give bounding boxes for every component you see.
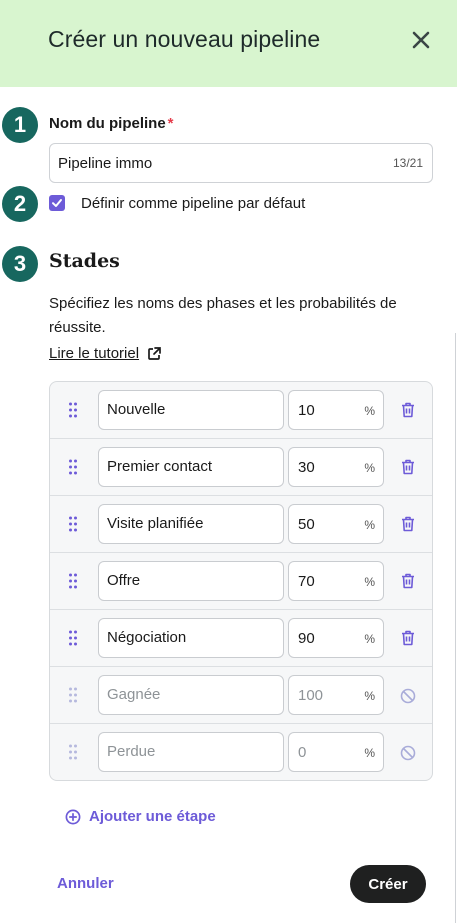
stages-title: Stades xyxy=(49,250,120,272)
probability-value: 0 xyxy=(298,744,307,761)
percent-sign: % xyxy=(364,746,375,760)
plus-circle-icon xyxy=(65,809,81,824)
step-badge-1: 1 xyxy=(2,107,38,143)
pipeline-name-label-text: Nom du pipeline xyxy=(49,115,166,132)
stage-name-input: Perdue xyxy=(98,732,284,772)
checkmark-icon xyxy=(52,199,62,207)
tutorial-link-label[interactable]: Lire le tutoriel xyxy=(49,345,139,362)
stage-row-locked: Gagnée 100% xyxy=(50,667,432,724)
probability-value: 100 xyxy=(298,687,324,704)
percent-sign: % xyxy=(364,575,375,589)
stage-row: Visite planifiée 50% xyxy=(50,496,432,553)
default-pipeline-label[interactable]: Définir comme pipeline par défaut xyxy=(81,195,305,212)
default-pipeline-checkbox[interactable] xyxy=(49,195,65,211)
stages-list: Nouvelle 10% Premier contact 30% Visite … xyxy=(49,381,433,781)
create-button[interactable]: Créer xyxy=(350,865,426,903)
pipeline-name-input[interactable] xyxy=(58,144,378,182)
modal-title: Créer un nouveau pipeline xyxy=(48,26,321,52)
add-step-label[interactable]: Ajouter une étape xyxy=(89,808,216,825)
trash-icon[interactable] xyxy=(401,459,415,475)
external-link-icon xyxy=(148,347,161,360)
drag-handle-icon[interactable] xyxy=(68,402,78,418)
percent-sign: % xyxy=(364,461,375,475)
char-counter: 13/21 xyxy=(392,156,423,170)
drag-handle-icon xyxy=(69,687,77,703)
stage-probability-input: 0% xyxy=(288,732,384,772)
percent-sign: % xyxy=(364,404,375,418)
stage-row: Négociation 90% xyxy=(50,610,432,667)
drag-handle-icon xyxy=(69,744,77,760)
probability-value: 90 xyxy=(298,630,315,647)
stage-probability-input[interactable]: 70% xyxy=(288,561,384,601)
pipeline-name-label: Nom du pipeline * xyxy=(49,115,174,132)
percent-sign: % xyxy=(364,689,375,703)
trash-icon[interactable] xyxy=(401,402,415,418)
stage-row: Premier contact 30% xyxy=(50,439,432,496)
drag-handle-icon[interactable] xyxy=(68,516,78,532)
stage-row-locked: Perdue 0% xyxy=(50,724,432,780)
tutorial-link[interactable]: Lire le tutoriel xyxy=(49,345,162,362)
percent-sign: % xyxy=(364,518,375,532)
stage-row: Offre 70% xyxy=(50,553,432,610)
trash-icon[interactable] xyxy=(401,573,415,589)
stage-row: Nouvelle 10% xyxy=(50,382,432,439)
drag-handle-icon[interactable] xyxy=(68,630,78,646)
trash-icon[interactable] xyxy=(401,630,415,646)
cancel-button[interactable]: Annuler xyxy=(57,875,114,892)
stage-probability-input: 100% xyxy=(288,675,384,715)
stages-description: Spécifiez les noms des phases et les pro… xyxy=(49,295,397,336)
scrollbar-track[interactable] xyxy=(455,333,456,923)
step-badge-2: 2 xyxy=(2,186,38,222)
stage-name-input[interactable]: Offre xyxy=(98,561,284,601)
close-icon[interactable] xyxy=(408,27,434,53)
stage-name-input[interactable]: Négociation xyxy=(98,618,284,658)
stage-name-input: Gagnée xyxy=(98,675,284,715)
percent-sign: % xyxy=(364,632,375,646)
probability-value: 10 xyxy=(298,402,315,419)
drag-handle-icon[interactable] xyxy=(68,573,78,589)
ban-icon xyxy=(400,745,416,761)
ban-icon xyxy=(400,688,416,704)
stage-name-input[interactable]: Nouvelle xyxy=(98,390,284,430)
probability-value: 30 xyxy=(298,459,315,476)
drag-handle-icon[interactable] xyxy=(68,459,78,475)
modal-header: Créer un nouveau pipeline xyxy=(0,0,457,87)
probability-value: 70 xyxy=(298,573,315,590)
probability-value: 50 xyxy=(298,516,315,533)
stage-probability-input[interactable]: 10% xyxy=(288,390,384,430)
stage-probability-input[interactable]: 90% xyxy=(288,618,384,658)
stage-name-input[interactable]: Visite planifiée xyxy=(98,504,284,544)
required-asterisk: * xyxy=(167,115,174,132)
add-step-button[interactable]: Ajouter une étape xyxy=(65,808,216,825)
step-badge-3: 3 xyxy=(2,246,38,282)
trash-icon[interactable] xyxy=(401,516,415,532)
stage-probability-input[interactable]: 50% xyxy=(288,504,384,544)
stage-probability-input[interactable]: 30% xyxy=(288,447,384,487)
pipeline-name-field[interactable]: 13/21 xyxy=(49,143,433,183)
stage-name-input[interactable]: Premier contact xyxy=(98,447,284,487)
